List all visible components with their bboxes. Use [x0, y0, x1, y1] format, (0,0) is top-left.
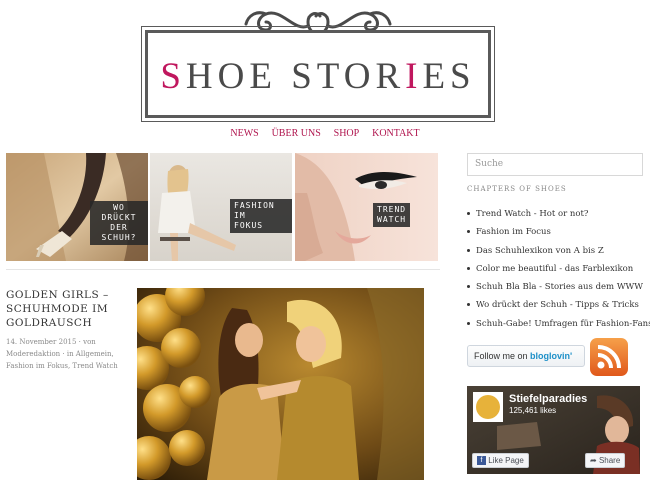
chapter-link[interactable]: Schuh Bla Bla - Stories aus dem WWW [467, 278, 647, 296]
divider [6, 269, 440, 270]
logo-text: SHOE STORIES [160, 56, 476, 97]
facebook-icon: f [477, 456, 486, 466]
like-page-button[interactable]: f Like Page [472, 453, 529, 468]
chapter-link[interactable]: Color me beautiful - das Farblexikon [467, 260, 647, 278]
post-title[interactable]: GOLDEN GIRLS – SCHUHMODE IM GOLDRAUSCH [6, 288, 126, 330]
search-input[interactable]: Suche [467, 153, 643, 176]
main-nav: NEWS ÜBER UNS SHOP KONTAKT [0, 128, 650, 139]
bloglovin-button[interactable]: Follow me on bloglovin' [467, 345, 585, 367]
post-meta: 14. November 2015 · von Moderedaktion · … [6, 338, 118, 370]
site-logo[interactable]: SHOE STORIES [141, 4, 495, 122]
tile-image-makeup [295, 153, 438, 261]
chapter-link[interactable]: Fashion im Focus [467, 223, 647, 241]
post-featured-image[interactable] [137, 288, 424, 480]
chapter-link[interactable]: Schuh-Gabe! Umfragen für Fashion-Fans [467, 315, 650, 333]
golden-girls-image [137, 288, 424, 480]
nav-shop[interactable]: SHOP [334, 128, 360, 139]
nav-about[interactable]: ÜBER UNS [272, 128, 321, 139]
facebook-page-name[interactable]: Stiefelparadies [509, 393, 587, 405]
chapter-link[interactable]: Das Schuhlexikon von A bis Z [467, 242, 647, 260]
tile-label-2: FASHION IM FOKUS [230, 199, 292, 233]
rss-icon[interactable] [590, 338, 628, 376]
share-icon: ➦ [590, 456, 597, 465]
share-button[interactable]: ➦ Share [585, 453, 626, 468]
chapter-link[interactable]: Wo drückt der Schuh - Tipps & Tricks [467, 296, 647, 314]
nav-contact[interactable]: KONTAKT [372, 128, 420, 139]
tile-label-3: TREND WATCH [373, 203, 411, 227]
tile-wo-drueckt-der-schuh[interactable]: WO DRÜCKT DER SCHUH? [6, 153, 148, 261]
facebook-widget[interactable]: Stiefelparadies 125,461 likes f Like Pag… [467, 386, 640, 474]
tile-trend-watch[interactable]: TREND WATCH [295, 153, 438, 261]
nav-news[interactable]: NEWS [230, 128, 258, 139]
chapters-list: Trend Watch - Hot or not? Fashion im Foc… [467, 205, 650, 333]
chapter-link[interactable]: Trend Watch - Hot or not? [467, 205, 647, 223]
tile-label-1: WO DRÜCKT DER SCHUH? [90, 201, 148, 245]
facebook-likes: 125,461 likes [509, 406, 557, 415]
widget-title-chapters: CHAPTERS OF SHOES [467, 185, 567, 193]
tile-fashion-im-fokus[interactable]: FASHION IM FOKUS [150, 153, 292, 261]
